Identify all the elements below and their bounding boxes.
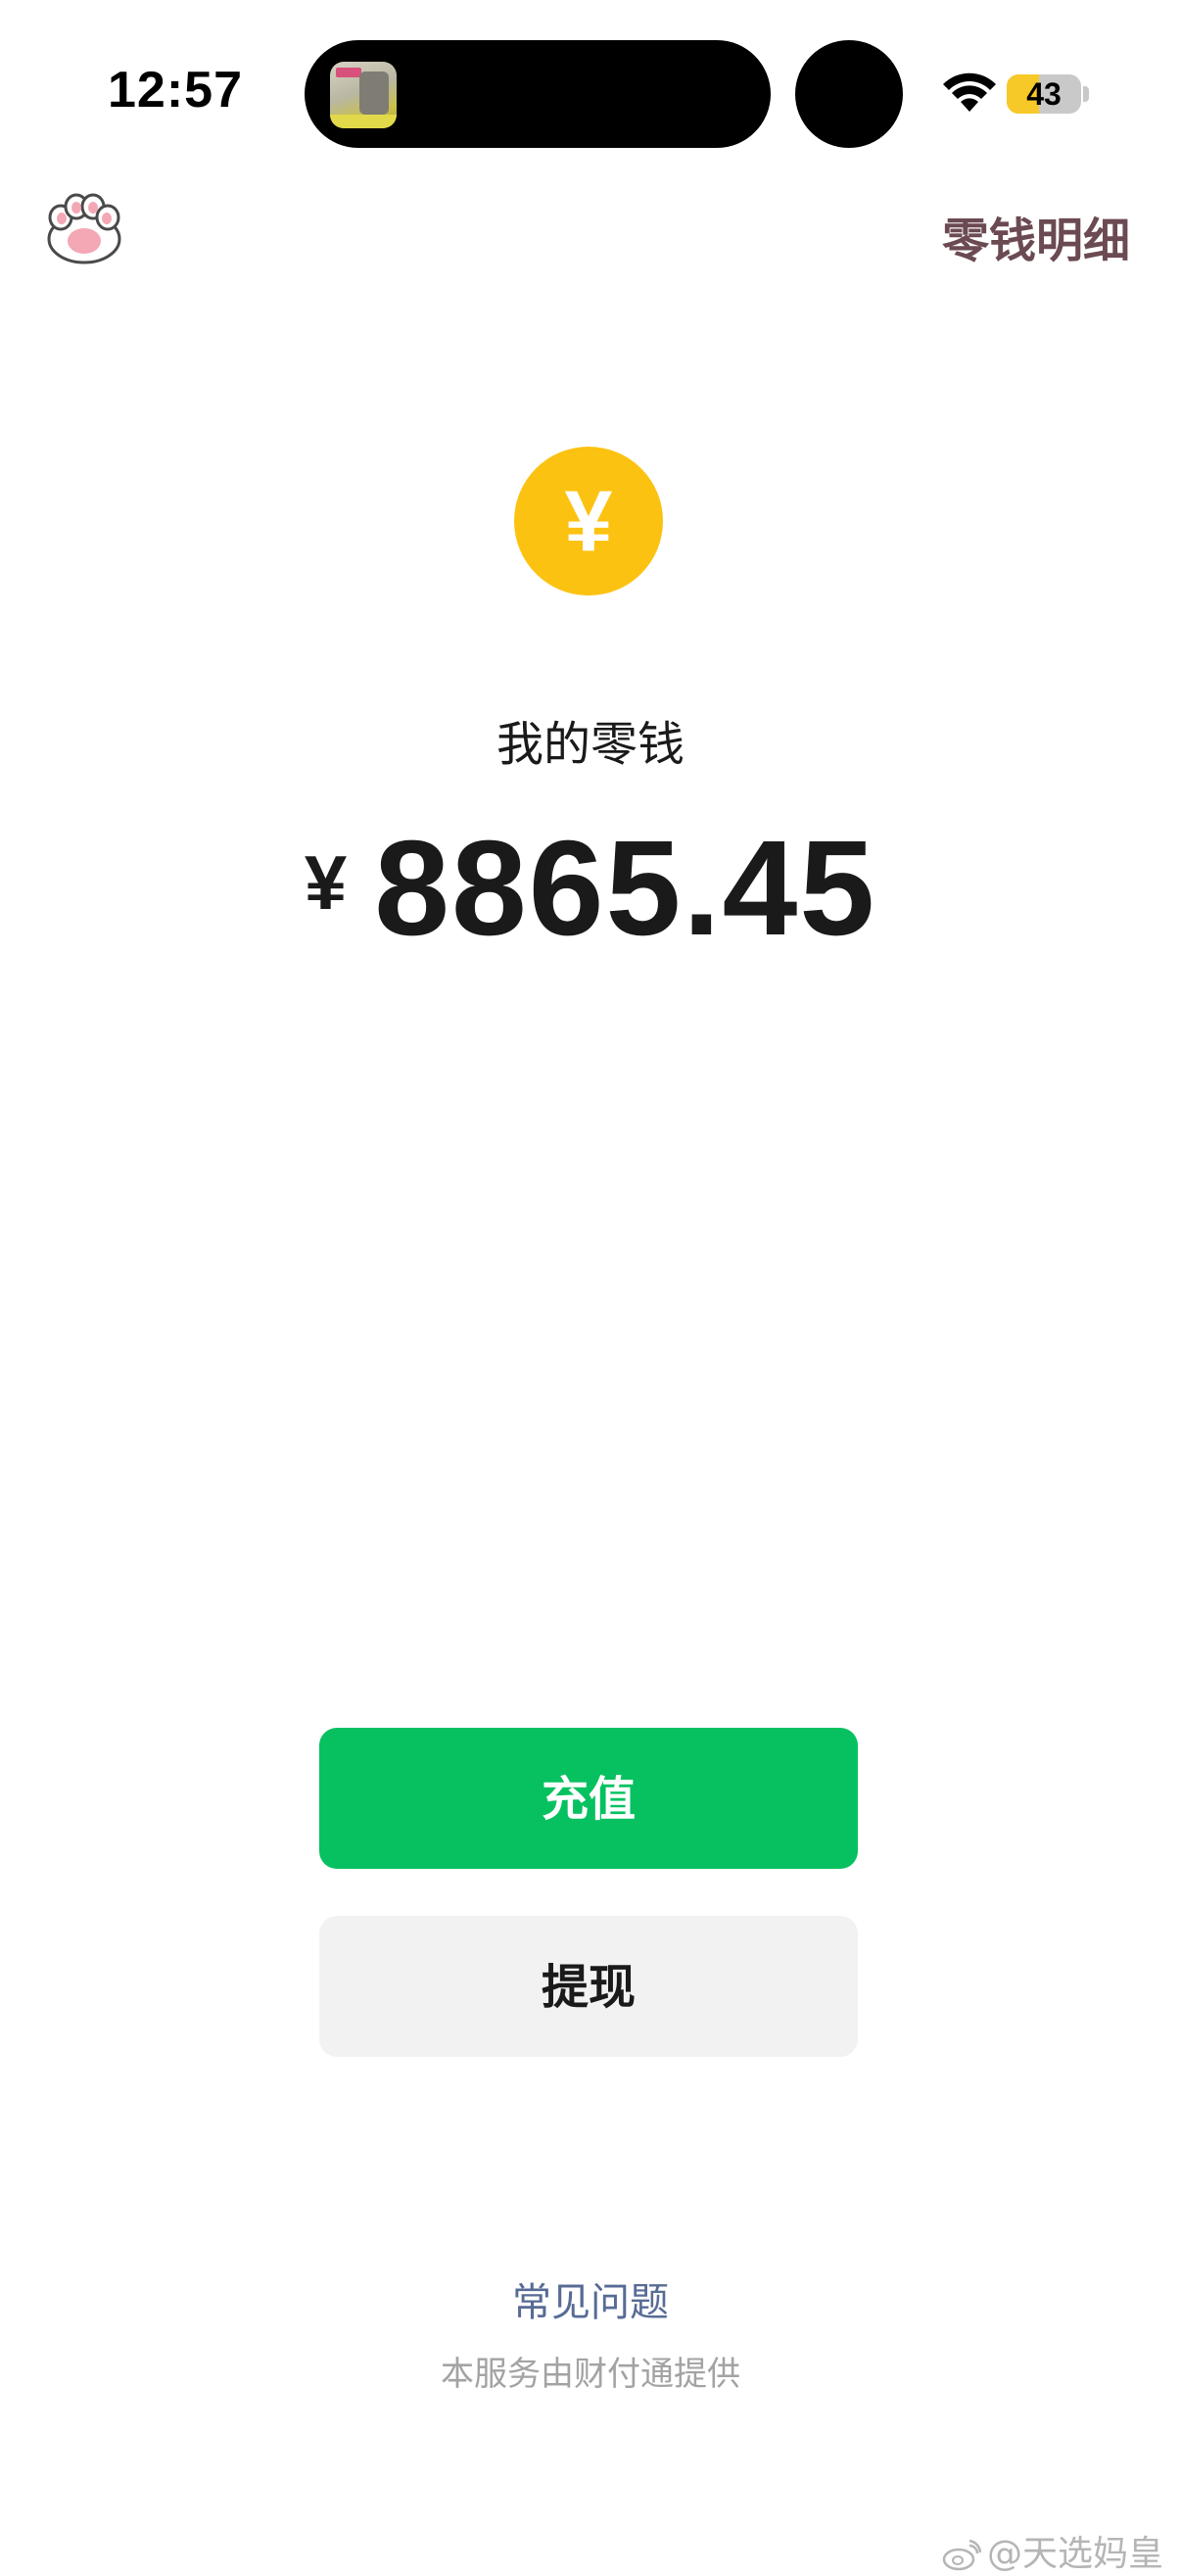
balance-details-link[interactable]: 零钱明细	[942, 202, 1130, 270]
balance-amount: 8865.45	[374, 813, 877, 964]
page-title: 我的零钱	[496, 717, 685, 772]
faq-link[interactable]: 常见问题	[0, 2270, 1181, 2327]
recharge-button[interactable]: 充值	[319, 1728, 858, 1869]
status-time: 12:57	[108, 62, 243, 119]
coin-symbol: ¥	[565, 472, 613, 569]
back-button[interactable]	[43, 192, 125, 266]
withdraw-button[interactable]: 提现	[319, 1916, 858, 2057]
yuan-coin-icon: ¥	[514, 447, 663, 596]
battery-icon: 43	[1007, 74, 1081, 114]
wifi-icon	[943, 72, 996, 112]
provider-note: 本服务由财付通提供	[441, 2355, 740, 2394]
dynamic-island[interactable]	[305, 40, 771, 148]
front-camera	[795, 40, 903, 148]
currency-symbol: ¥	[304, 839, 348, 926]
cat-paw-icon	[47, 193, 121, 264]
battery-percentage: 43	[1026, 76, 1062, 112]
battery-cap	[1083, 86, 1089, 102]
balance-amount-row: ¥8865.45	[0, 821, 1181, 956]
weibo-logo-icon	[942, 2540, 981, 2571]
now-playing-artwork[interactable]	[330, 62, 397, 128]
watermark: @天选妈皇	[942, 2525, 1163, 2576]
